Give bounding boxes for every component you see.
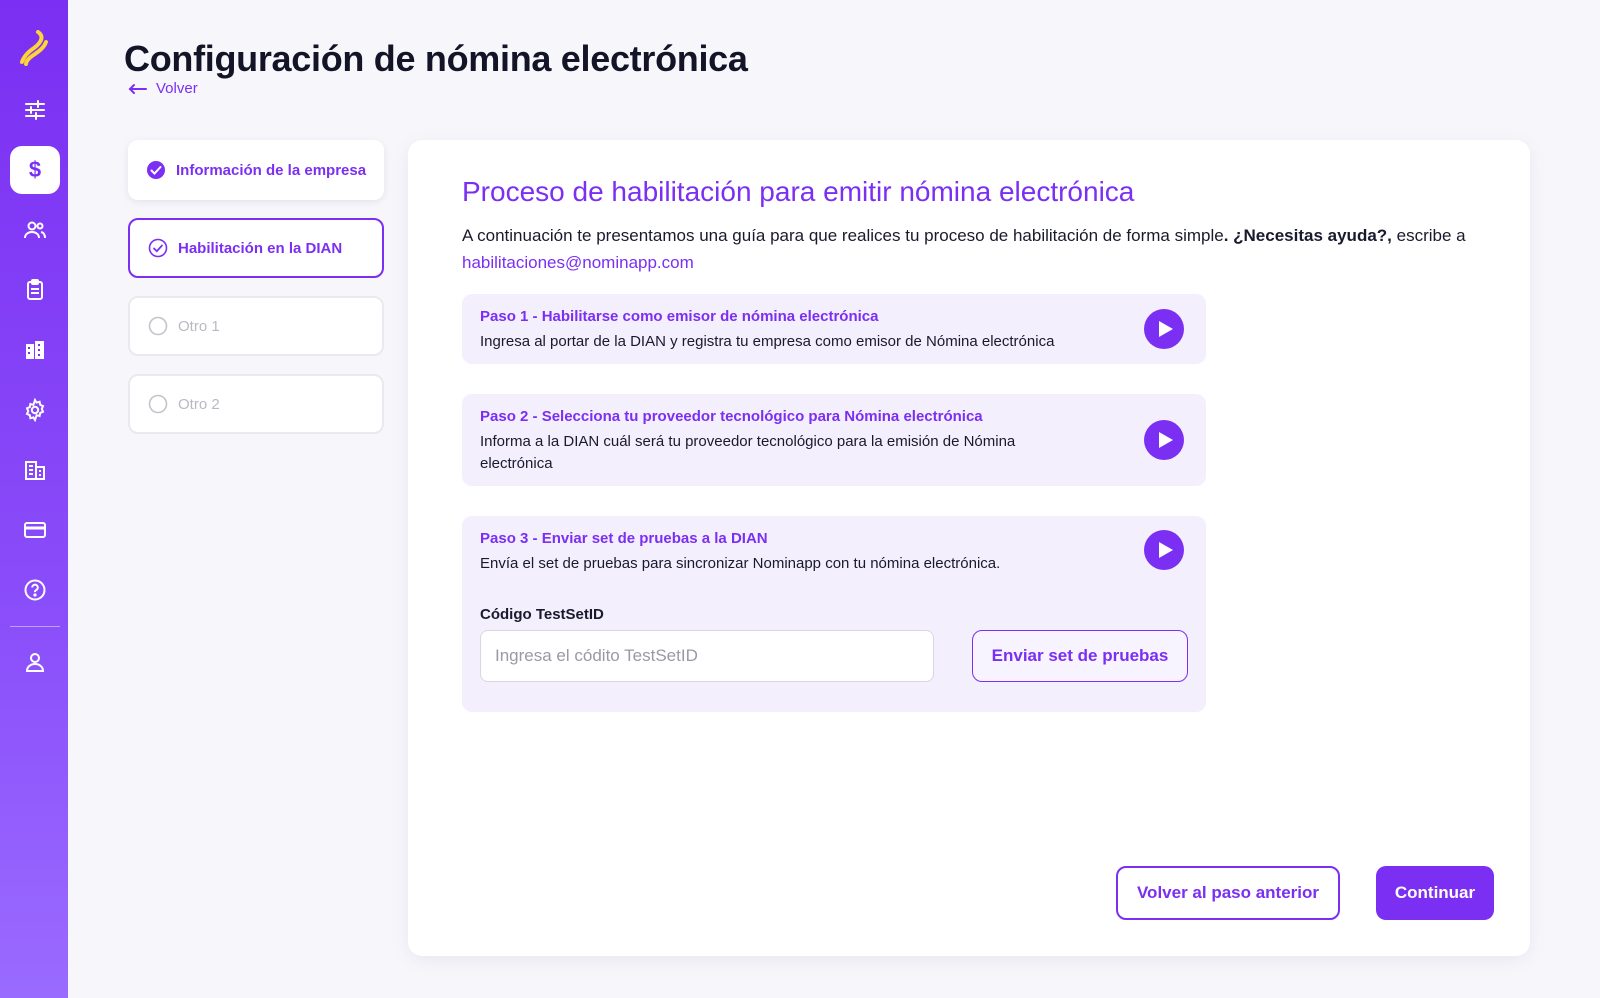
process-step-2: Paso 2 - Selecciona tu proveedor tecnoló…	[462, 394, 1206, 486]
page-title: Configuración de nómina electrónica	[124, 38, 748, 79]
testsetid-input[interactable]	[480, 630, 934, 682]
process-step-desc: Ingresa al portar de la DIAN y registra …	[480, 333, 1055, 350]
play-icon	[1158, 542, 1173, 558]
process-step-1: Paso 1 - Habilitarse como emisor de nómi…	[462, 294, 1206, 364]
main-card: Proceso de habilitación para emitir nómi…	[408, 140, 1530, 956]
nominapp-logo[interactable]	[18, 30, 50, 66]
check-circle-filled-icon	[147, 161, 165, 179]
clipboard-icon	[27, 279, 43, 300]
sidebar-item-payroll[interactable]: $	[10, 146, 60, 194]
building-icon	[26, 341, 44, 359]
play-icon	[1158, 321, 1173, 337]
radio-empty-icon	[148, 316, 168, 336]
process-step-title: Paso 2 - Selecciona tu proveedor tecnoló…	[480, 408, 983, 425]
previous-step-button[interactable]: Volver al paso anterior	[1116, 866, 1340, 920]
sidebar-item-settings-sliders[interactable]	[10, 86, 60, 134]
description-write: escribe a	[1391, 226, 1466, 245]
user-icon	[25, 653, 45, 672]
step-other-1[interactable]: Otro 1	[128, 296, 384, 356]
office-icon	[25, 461, 45, 480]
card-title: Proceso de habilitación para emitir nómi…	[462, 176, 1135, 207]
arrow-left-icon	[128, 83, 147, 94]
sidebar-item-companies[interactable]	[10, 326, 60, 374]
step-label: Otro 1	[178, 317, 220, 335]
step-label: Información de la empresa	[176, 161, 367, 179]
svg-text:$: $	[29, 158, 41, 182]
support-email-link[interactable]: habilitaciones@nominapp.com	[462, 253, 694, 272]
sidebar-item-settings[interactable]	[10, 386, 60, 434]
process-step-title: Paso 3 - Enviar set de pruebas a la DIAN	[480, 530, 768, 547]
sidebar: $	[0, 0, 68, 998]
step-company-info[interactable]: Información de la empresa	[128, 140, 384, 200]
users-icon	[24, 221, 46, 239]
dollar-icon: $	[29, 158, 41, 182]
sidebar-item-billing[interactable]	[10, 506, 60, 554]
process-step-desc: Informa a la DIAN cuál será tu proveedor…	[480, 433, 1016, 472]
sidebar-item-employees[interactable]	[10, 206, 60, 254]
credit-card-icon	[24, 522, 46, 538]
step-label: Otro 2	[178, 395, 220, 413]
sidebar-item-help[interactable]	[10, 566, 60, 614]
step-other-2[interactable]: Otro 2	[128, 374, 384, 434]
play-icon	[1158, 432, 1173, 448]
card-description: A continuación te presentamos una guía p…	[462, 222, 1482, 276]
continue-button[interactable]: Continuar	[1376, 866, 1494, 920]
process-step-desc: Envía el set de pruebas para sincronizar…	[480, 555, 1001, 572]
sidebar-item-offices[interactable]	[10, 446, 60, 494]
back-link[interactable]: Volver	[128, 80, 198, 97]
step-dian-enablement[interactable]: Habilitación en la DIAN	[128, 218, 384, 278]
sliders-icon	[25, 100, 45, 120]
check-circle-outline-icon	[148, 238, 168, 258]
step-label: Habilitación en la DIAN	[178, 239, 343, 257]
radio-empty-icon	[148, 394, 168, 414]
description-text: A continuación te presentamos una guía p…	[462, 226, 1224, 245]
help-icon	[24, 579, 46, 601]
help-question: . ¿Necesitas ayuda?,	[1223, 226, 1392, 245]
send-test-set-button[interactable]: Enviar set de pruebas	[972, 630, 1188, 682]
testsetid-label: Código TestSetID	[480, 606, 604, 623]
sidebar-item-profile[interactable]	[10, 638, 60, 686]
play-video-button[interactable]	[1144, 420, 1184, 460]
gear-icon	[25, 398, 45, 422]
sidebar-divider	[10, 626, 60, 627]
process-step-3: Paso 3 - Enviar set de pruebas a la DIAN…	[462, 516, 1206, 712]
play-video-button[interactable]	[1144, 309, 1184, 349]
play-video-button[interactable]	[1144, 530, 1184, 570]
back-link-label: Volver	[156, 80, 198, 97]
sidebar-item-reports[interactable]	[10, 266, 60, 314]
process-step-title: Paso 1 - Habilitarse como emisor de nómi…	[480, 308, 879, 325]
